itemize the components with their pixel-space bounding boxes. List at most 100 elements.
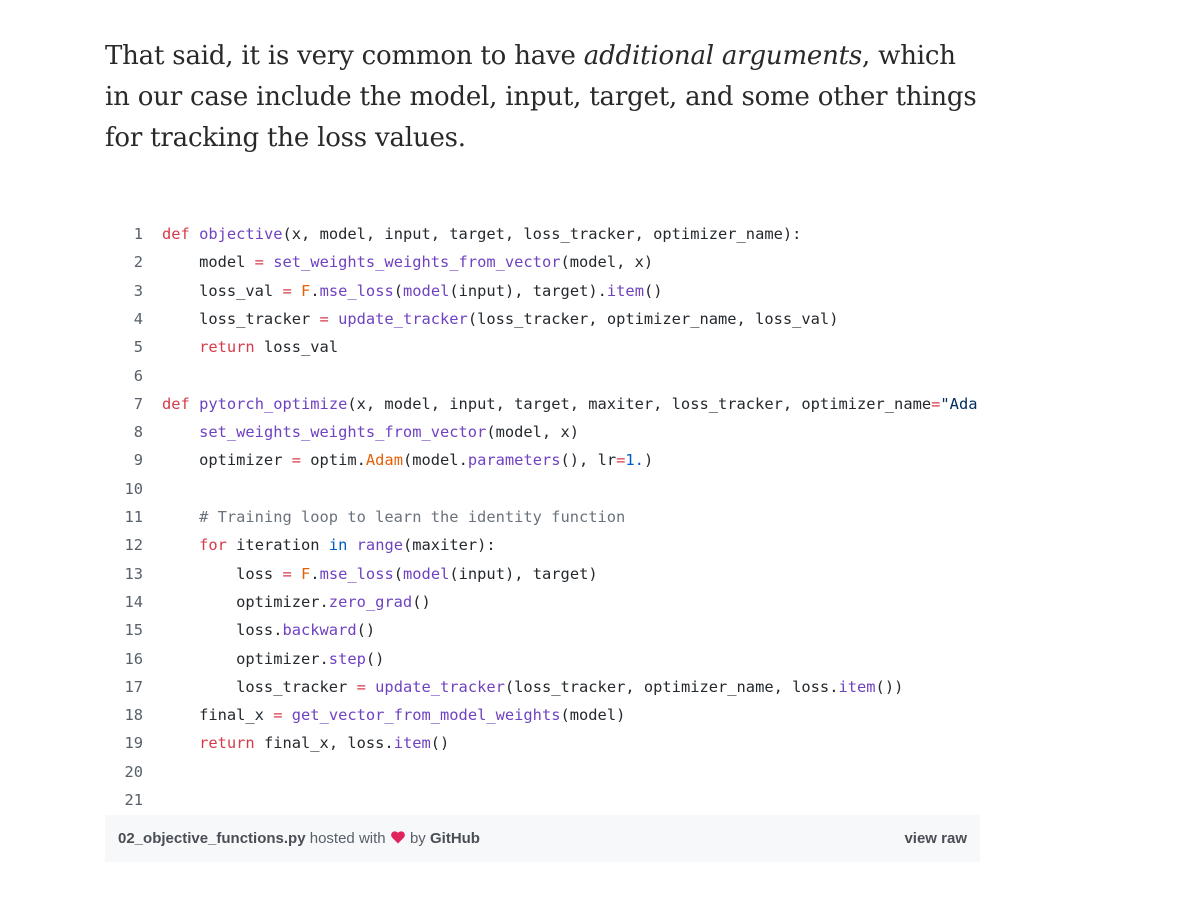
- paragraph-emphasis: additional arguments: [583, 41, 863, 71]
- code-token: objective: [199, 225, 283, 243]
- code-token: step: [328, 649, 366, 668]
- code-source: return loss_val: [162, 333, 338, 361]
- line-number: 3: [133, 281, 143, 300]
- code-token: =: [282, 281, 292, 300]
- code-line: 13 loss = F.mse_loss(model(input), targe…: [105, 560, 980, 588]
- code-source: set_weights_weights_from_vector(model, x…: [162, 418, 579, 446]
- code-source: return final_x, loss.item(): [162, 729, 449, 757]
- code-token: (model, x): [560, 253, 654, 272]
- code-token: F: [301, 564, 311, 583]
- code-token: =: [616, 451, 626, 470]
- code-source: # Training loop to learn the identity fu…: [162, 503, 625, 531]
- paragraph-text-start: That said, it is very common to have: [105, 41, 584, 71]
- line-number: 7: [133, 394, 143, 413]
- code-token: =: [282, 564, 292, 583]
- code-source: model = set_weights_weights_from_vector(…: [162, 248, 653, 276]
- code-line: 8 set_weights_weights_from_vector(model,…: [105, 418, 980, 446]
- code-line: 15 loss.backward(): [105, 616, 980, 644]
- code-token: final_x: [162, 706, 274, 725]
- code-source: def pytorch_optimize(x, model, input, ta…: [162, 390, 977, 418]
- code-token: (model, x): [486, 423, 579, 442]
- code-token: zero_grad: [328, 592, 413, 611]
- code-line: 1 def objective(x, model, input, target, …: [105, 220, 980, 248]
- line-number: 13: [124, 564, 143, 583]
- line-number: 16: [124, 649, 143, 668]
- code-token: optimizer: [162, 451, 292, 470]
- code-token: range: [356, 536, 403, 555]
- code-source: optimizer.step(): [162, 645, 384, 673]
- code-token: =: [356, 677, 366, 696]
- code-source: for iteration in range(maxiter):: [162, 531, 496, 559]
- github-link[interactable]: GitHub: [430, 830, 480, 847]
- code-token: (: [393, 281, 404, 300]
- code-line: 16 optimizer.step(): [105, 645, 980, 673]
- line-number: 9: [133, 451, 143, 470]
- code-token: (x, model, input, target, loss_tracker, …: [282, 225, 802, 243]
- code-source: loss = F.mse_loss(model(input), target): [162, 560, 598, 588]
- line-number: 2: [133, 253, 143, 272]
- code-token: set_weights_weights_from_vector: [273, 253, 561, 272]
- heart-icon: [390, 831, 405, 844]
- code-token: # Training loop to learn the identity fu…: [199, 508, 626, 526]
- gist-filename-link[interactable]: 02_objective_functions.py: [118, 830, 306, 847]
- article-paragraph: That said, it is very common to have add…: [105, 36, 985, 159]
- code-token: set_weights_weights_from_vector: [199, 423, 487, 442]
- code-source: final_x = get_vector_from_model_weights(…: [162, 701, 625, 729]
- code-line: 18 final_x = get_vector_from_model_weigh…: [105, 701, 980, 729]
- code-token: (: [393, 564, 404, 583]
- code-token: .: [310, 281, 320, 300]
- code-token: loss.: [162, 621, 283, 640]
- code-token: model: [403, 564, 450, 583]
- code-line: 5 return loss_val: [105, 333, 980, 361]
- code-source: loss_tracker = update_tracker(loss_track…: [162, 305, 838, 333]
- code-line: 3 loss_val = F.mse_loss(model(input), ta…: [105, 277, 980, 305]
- code-line: 20: [105, 758, 980, 786]
- code-token: (), lr: [560, 451, 617, 470]
- line-number: 14: [124, 592, 143, 611]
- view-raw-link[interactable]: view raw: [904, 815, 967, 862]
- gist-meta-left: 02_objective_functions.py hosted with by…: [118, 815, 480, 862]
- code-token: loss_tracker: [162, 309, 320, 328]
- code-token: (): [356, 621, 376, 640]
- code-token: (input), target).: [449, 281, 607, 300]
- line-number: 12: [124, 536, 143, 555]
- code-token: (): [430, 734, 450, 753]
- line-number: 8: [133, 423, 143, 442]
- code-token: =: [254, 253, 264, 272]
- code-token: mse_loss: [319, 564, 394, 583]
- code-line: 10: [105, 475, 980, 503]
- code-token: loss: [162, 564, 283, 583]
- code-token: item: [606, 281, 644, 300]
- code-token: (model): [560, 706, 626, 725]
- code-token: loss_val: [162, 281, 283, 300]
- code-token: (model.: [402, 451, 468, 470]
- code-token: update_tracker: [338, 309, 468, 328]
- code-token: =: [291, 451, 302, 470]
- code-line: 17 loss_tracker = update_tracker(loss_tr…: [105, 673, 980, 701]
- code-token: item: [838, 677, 876, 696]
- code-source: optimizer.zero_grad(): [162, 588, 431, 616]
- line-number: 10: [124, 479, 143, 498]
- code-token: model: [162, 253, 255, 272]
- code-token: (maxiter):: [403, 536, 496, 555]
- code-line: 12 for iteration in range(maxiter):: [105, 531, 980, 559]
- code-token: def: [162, 225, 190, 243]
- code-line: 19 return final_x, loss.item(): [105, 729, 980, 757]
- code-token: update_tracker: [375, 677, 505, 696]
- code-token: for: [199, 536, 227, 555]
- code-token: backward: [282, 621, 357, 640]
- code-token: def: [162, 394, 190, 413]
- code-token: (input), target): [449, 564, 598, 583]
- code-token: iteration: [226, 536, 329, 555]
- code-token: (x, model, input, target, maxiter, loss_…: [347, 394, 932, 413]
- code-line: 2 model = set_weights_weights_from_vecto…: [105, 248, 980, 276]
